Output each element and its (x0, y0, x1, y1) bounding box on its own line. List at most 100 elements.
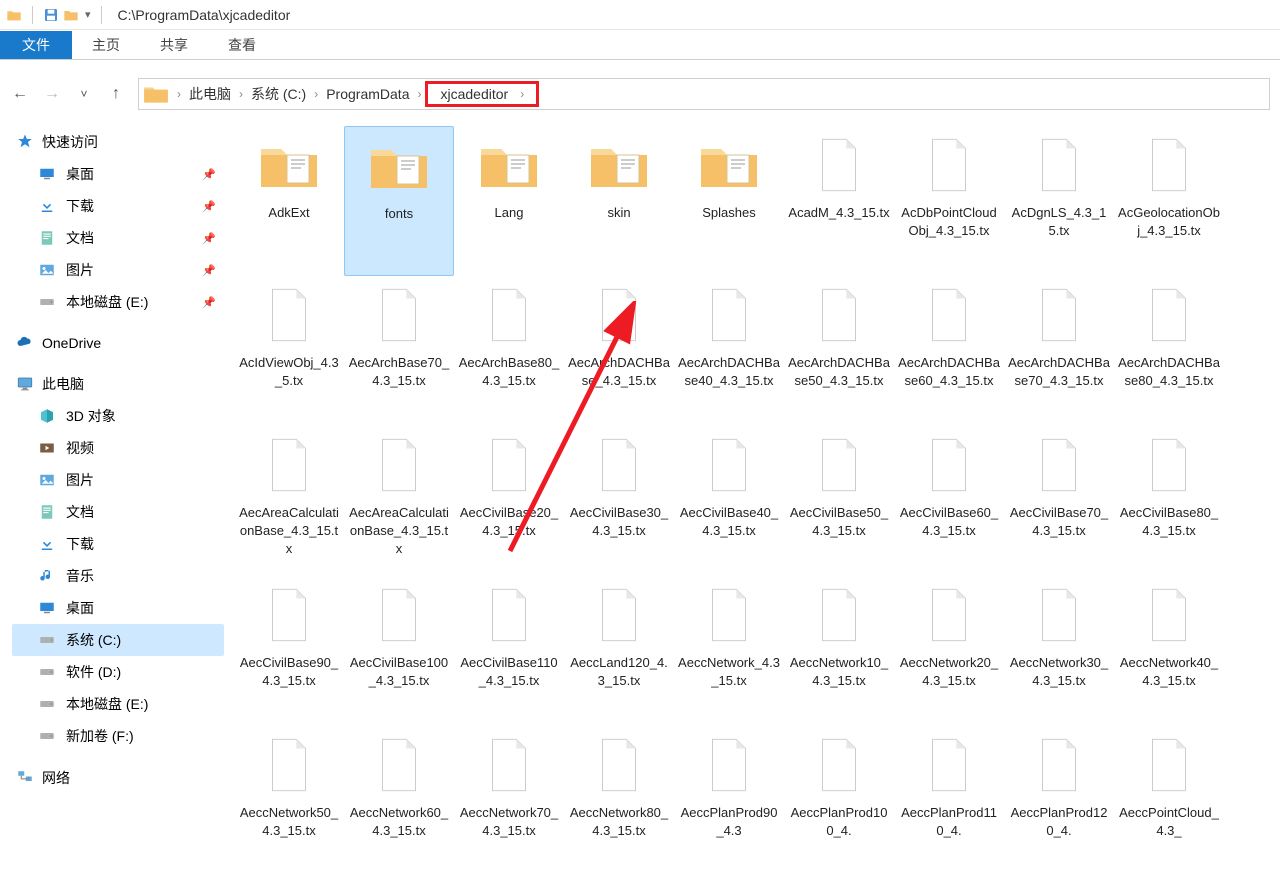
file-item[interactable]: AeccPointCloud_4.3_ (1114, 726, 1224, 876)
breadcrumb[interactable]: › 此电脑 › 系统 (C:) › ProgramData › xjcadedi… (138, 78, 1270, 110)
crumb-drive[interactable]: 系统 (C:) (247, 84, 310, 104)
file-item[interactable]: AeccNetwork_4.3_15.tx (674, 576, 784, 726)
file-item[interactable]: AecCivilBase30_4.3_15.tx (564, 426, 674, 576)
file-item[interactable]: AecArchBase80_4.3_15.tx (454, 276, 564, 426)
file-label: AcDbPointCloudObj_4.3_15.tx (894, 200, 1004, 240)
chevron-right-icon[interactable]: › (173, 87, 185, 101)
file-item[interactable]: AeccPlanProd100_4. (784, 726, 894, 876)
file-item[interactable]: AecCivilBase90_4.3_15.tx (234, 576, 344, 726)
file-item[interactable]: AeccPlanProd90_4.3 (674, 726, 784, 876)
file-item[interactable]: AecCivilBase110_4.3_15.tx (454, 576, 564, 726)
file-item[interactable]: AcadM_4.3_15.tx (784, 126, 894, 276)
sidebar-item[interactable]: 下载 (12, 190, 224, 222)
crumb-xjcadeditor[interactable]: xjcadeditor (436, 86, 512, 102)
file-item[interactable]: AecCivilBase70_4.3_15.tx (1004, 426, 1114, 576)
chevron-right-icon[interactable]: › (235, 87, 247, 101)
file-item[interactable]: AecArchDACHBase50_4.3_15.tx (784, 276, 894, 426)
file-item[interactable]: AeccNetwork20_4.3_15.tx (894, 576, 1004, 726)
file-item[interactable]: AeccNetwork10_4.3_15.tx (784, 576, 894, 726)
back-button[interactable]: ← (10, 85, 30, 103)
tab-view[interactable]: 查看 (208, 31, 276, 59)
file-item[interactable]: AeccNetwork50_4.3_15.tx (234, 726, 344, 876)
network-header[interactable]: 网络 (12, 762, 224, 794)
file-item[interactable]: AecCivilBase60_4.3_15.tx (894, 426, 1004, 576)
file-item[interactable]: AeccLand120_4.3_15.tx (564, 576, 674, 726)
crumb-programdata[interactable]: ProgramData (322, 86, 413, 102)
file-item[interactable]: AeccPlanProd110_4. (894, 726, 1004, 876)
folder-item[interactable]: fonts (344, 126, 454, 276)
file-item[interactable]: AecArchDACHBase40_4.3_15.tx (674, 276, 784, 426)
file-item[interactable]: AeccPointCloud40_4 (564, 876, 674, 888)
window-title: C:\ProgramData\xjcadeditor (114, 7, 291, 23)
file-item[interactable]: AeccNetwork40_4.3_15.tx (1114, 576, 1224, 726)
pic-icon (38, 471, 56, 489)
file-area[interactable]: AdkExtfontsLangskinSplashesAcadM_4.3_15.… (230, 116, 1280, 888)
file-label: AecArchDACHBase50_4.3_15.tx (784, 350, 894, 390)
file-icon (584, 580, 654, 650)
sidebar-item-label: 本地磁盘 (E:) (66, 292, 148, 312)
folder-item[interactable]: Splashes (674, 126, 784, 276)
sidebar-item[interactable]: 视频 (12, 432, 224, 464)
sidebar-item[interactable]: 软件 (D:) (12, 656, 224, 688)
file-item[interactable]: AecArchDACHBase_4.3_15.tx (564, 276, 674, 426)
sidebar-item[interactable]: 图片 (12, 254, 224, 286)
folder-item[interactable]: skin (564, 126, 674, 276)
file-item[interactable]: AcDgnLS_4.3_15.tx (1004, 126, 1114, 276)
recent-dropdown[interactable]: ˅ (74, 87, 94, 101)
sidebar-item[interactable]: 文档 (12, 496, 224, 528)
file-item[interactable]: AecCivilBase20_4.3_15.tx (454, 426, 564, 576)
file-item[interactable]: AeccPointCloud20_4 (344, 876, 454, 888)
tab-share[interactable]: 共享 (140, 31, 208, 59)
up-button[interactable]: ↑ (106, 85, 126, 103)
sidebar-item[interactable]: 3D 对象 (12, 400, 224, 432)
file-item[interactable]: AeccPointCloud50_4 (674, 876, 784, 888)
tab-home[interactable]: 主页 (72, 31, 140, 59)
file-label: AecCivilBase80_4.3_15.tx (1114, 500, 1224, 540)
chevron-right-icon[interactable]: › (310, 87, 322, 101)
sidebar-item[interactable]: 文档 (12, 222, 224, 254)
sidebar-item[interactable]: 桌面 (12, 158, 224, 190)
file-item[interactable]: AecAreaCalculationBase_4.3_15.tx (344, 426, 454, 576)
folder-item[interactable]: Lang (454, 126, 564, 276)
file-item[interactable]: AcGeolocationObj_4.3_15.tx (1114, 126, 1224, 276)
file-item[interactable]: AeccPointCloud30_4 (454, 876, 564, 888)
chevron-right-icon[interactable]: › (413, 87, 425, 101)
sidebar-item[interactable]: 系统 (C:) (12, 624, 224, 656)
quick-access-header[interactable]: 快速访问 (12, 126, 224, 158)
onedrive-header[interactable]: OneDrive (12, 328, 224, 358)
file-item[interactable]: AcIdViewObj_4.3_5.tx (234, 276, 344, 426)
sidebar-item[interactable]: 新加卷 (F:) (12, 720, 224, 752)
chevron-right-icon[interactable]: › (516, 87, 528, 101)
tab-file[interactable]: 文件 (0, 31, 72, 59)
sidebar-item[interactable]: 下载 (12, 528, 224, 560)
file-label: AeccPointCloud_4.3_ (1114, 800, 1224, 840)
file-item[interactable]: AecAreaCalculationBase_4.3_15.tx (234, 426, 344, 576)
file-item[interactable]: AcDbPointCloudObj_4.3_15.tx (894, 126, 1004, 276)
sidebar-item[interactable]: 桌面 (12, 592, 224, 624)
file-icon (694, 430, 764, 500)
this-pc-header[interactable]: 此电脑 (12, 368, 224, 400)
file-item[interactable]: AecCivilBase40_4.3_15.tx (674, 426, 784, 576)
file-item[interactable]: AecArchDACHBase80_4.3_15.tx (1114, 276, 1224, 426)
sidebar-item[interactable]: 图片 (12, 464, 224, 496)
file-item[interactable]: AecArchDACHBase60_4.3_15.tx (894, 276, 1004, 426)
sidebar-item[interactable]: 本地磁盘 (E:) (12, 286, 224, 318)
folder-icon (474, 130, 544, 200)
file-item[interactable]: AecCivilBase50_4.3_15.tx (784, 426, 894, 576)
file-item[interactable]: AeccNetwork70_4.3_15.tx (454, 726, 564, 876)
file-item[interactable]: AeccPlanProd120_4. (1004, 726, 1114, 876)
file-item[interactable]: AecArchBase70_4.3_15.tx (344, 276, 454, 426)
file-item[interactable]: AeccNetwork30_4.3_15.tx (1004, 576, 1114, 726)
file-item[interactable]: AecCivilBase80_4.3_15.tx (1114, 426, 1224, 576)
chevron-down-icon[interactable]: ▾ (85, 8, 91, 21)
file-item[interactable]: AecCivilBase100_4.3_15.tx (344, 576, 454, 726)
file-item[interactable]: AeccPointCloud10_4 (234, 876, 344, 888)
sidebar-item[interactable]: 本地磁盘 (E:) (12, 688, 224, 720)
crumb-thispc[interactable]: 此电脑 (185, 84, 235, 104)
file-item[interactable]: AeccNetwork80_4.3_15.tx (564, 726, 674, 876)
file-item[interactable]: AecArchDACHBase70_4.3_15.tx (1004, 276, 1114, 426)
sidebar-item[interactable]: 音乐 (12, 560, 224, 592)
folder-item[interactable]: AdkExt (234, 126, 344, 276)
save-icon[interactable] (43, 7, 59, 23)
file-item[interactable]: AeccNetwork60_4.3_15.tx (344, 726, 454, 876)
